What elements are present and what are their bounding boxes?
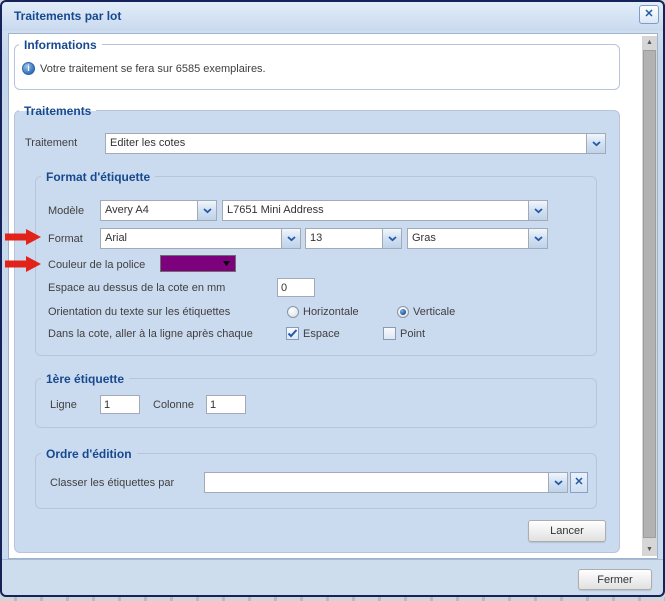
chevron-down-icon xyxy=(286,235,296,241)
screenshot-root: Traitements par lot ✕ Informations i Vot… xyxy=(0,0,665,601)
checkbox-point-label: Point xyxy=(400,328,426,340)
annotation-arrow-couleur xyxy=(5,256,41,272)
font-size-combobox[interactable]: 13 xyxy=(305,228,402,249)
dropdown-arrow-icon xyxy=(223,261,230,266)
radio-verticale[interactable] xyxy=(397,306,409,318)
informations-legend: Informations xyxy=(19,38,102,52)
traitement-label: Traitement xyxy=(25,137,78,149)
lancer-button[interactable]: Lancer xyxy=(528,520,606,542)
chevron-down-icon xyxy=(533,235,543,241)
colonne-label: Colonne xyxy=(153,399,194,411)
modele-brand-combobox[interactable]: Avery A4 xyxy=(100,200,217,221)
font-style-value: Gras xyxy=(412,232,436,244)
modele-type-value: L7651 Mini Address xyxy=(227,204,324,216)
checkbox-espace-label: Espace xyxy=(303,328,340,340)
vertical-scrollbar[interactable]: ▲ ▼ xyxy=(642,36,657,556)
traitement-value: Editer les cotes xyxy=(110,137,186,149)
ligne-label: Ligne xyxy=(50,399,77,411)
colonne-input[interactable] xyxy=(206,395,246,414)
close-button[interactable]: ✕ xyxy=(639,5,659,24)
modele-type-combobox[interactable]: L7651 Mini Address xyxy=(222,200,548,221)
espace-cote-input[interactable] xyxy=(277,278,315,297)
font-family-dropdown-button[interactable] xyxy=(281,229,300,248)
classer-value xyxy=(205,473,548,492)
ordre-edition-legend: Ordre d'édition xyxy=(41,447,137,461)
annotation-arrow-format xyxy=(5,229,41,245)
radio-horizontale-label: Horizontale xyxy=(303,306,359,318)
check-icon xyxy=(287,329,298,338)
traitement-dropdown-button[interactable] xyxy=(586,134,605,153)
format-etiquette-legend: Format d'étiquette xyxy=(41,170,156,184)
chevron-down-icon xyxy=(553,479,563,485)
premiere-etiquette-legend: 1ère étiquette xyxy=(41,372,130,386)
chevron-down-icon xyxy=(533,207,543,213)
retour-ligne-label: Dans la cote, aller à la ligne après cha… xyxy=(48,328,253,340)
dialog-title: Traitements par lot xyxy=(14,9,122,23)
checkbox-point[interactable] xyxy=(383,327,396,340)
scroll-up-icon[interactable]: ▲ xyxy=(642,36,657,49)
chevron-down-icon xyxy=(591,140,601,146)
font-color-label: Couleur de la police xyxy=(48,259,146,271)
info-icon: i xyxy=(22,62,35,75)
chevron-down-icon xyxy=(202,207,212,213)
modele-brand-dropdown-button[interactable] xyxy=(197,201,216,220)
traitements-legend: Traitements xyxy=(19,104,97,118)
scroll-down-icon[interactable]: ▼ xyxy=(642,543,657,556)
classer-dropdown-button[interactable] xyxy=(548,473,567,492)
espace-cote-label: Espace au dessus de la cote en mm xyxy=(48,282,226,294)
modele-brand-value: Avery A4 xyxy=(105,204,149,216)
radio-horizontale[interactable] xyxy=(287,306,299,318)
font-style-dropdown-button[interactable] xyxy=(528,229,547,248)
ligne-input[interactable] xyxy=(100,395,140,414)
font-color-dropdown[interactable] xyxy=(160,255,236,272)
orientation-label: Orientation du texte sur les étiquettes xyxy=(48,306,231,318)
font-family-combobox[interactable]: Arial xyxy=(100,228,301,249)
close-icon: ✕ xyxy=(644,8,654,20)
classer-combobox[interactable] xyxy=(204,472,568,493)
clear-icon: ✕ xyxy=(574,476,584,488)
format-label: Format xyxy=(48,233,83,245)
dialog-footer xyxy=(2,559,663,596)
modele-label: Modèle xyxy=(48,205,85,217)
font-style-combobox[interactable]: Gras xyxy=(407,228,548,249)
font-family-value: Arial xyxy=(105,232,128,244)
font-size-dropdown-button[interactable] xyxy=(382,229,401,248)
chevron-down-icon xyxy=(387,235,397,241)
dialog-titlebar[interactable]: Traitements par lot xyxy=(2,2,663,31)
font-size-value: 13 xyxy=(310,232,323,244)
background-window-sliver xyxy=(0,597,665,601)
checkbox-espace[interactable] xyxy=(286,327,299,340)
fermer-button[interactable]: Fermer xyxy=(578,569,652,590)
traitement-combobox[interactable]: Editer les cotes xyxy=(105,133,606,154)
informations-message: Votre traitement se fera sur 6585 exempl… xyxy=(40,63,266,75)
modele-type-dropdown-button[interactable] xyxy=(528,201,547,220)
scrollbar-thumb[interactable] xyxy=(643,50,656,538)
classer-clear-button[interactable]: ✕ xyxy=(570,472,588,493)
classer-label: Classer les étiquettes par xyxy=(50,477,175,489)
radio-verticale-label: Verticale xyxy=(413,306,456,318)
